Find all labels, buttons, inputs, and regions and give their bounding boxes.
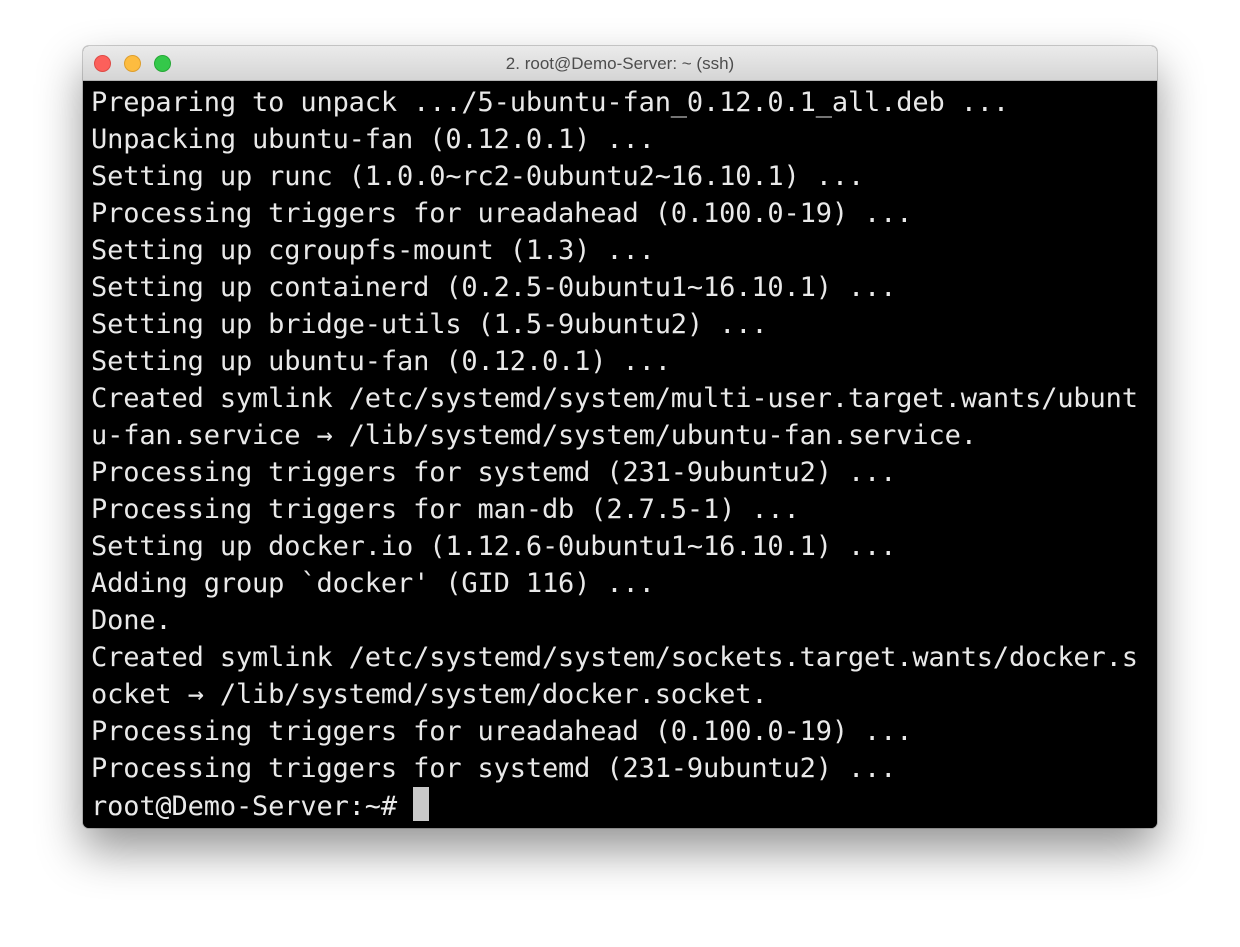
- shell-prompt: root@Demo-Server:~#: [91, 791, 398, 822]
- output-line: Created symlink /etc/systemd/system/sock…: [91, 642, 1138, 673]
- terminal-output[interactable]: Preparing to unpack .../5-ubuntu-fan_0.1…: [83, 81, 1157, 828]
- output-line: Setting up cgroupfs-mount (1.3) ...: [91, 235, 655, 266]
- output-line: ocket → /lib/systemd/system/docker.socke…: [91, 679, 768, 710]
- output-line: Unpacking ubuntu-fan (0.12.0.1) ...: [91, 124, 655, 155]
- output-line: Setting up runc (1.0.0~rc2-0ubuntu2~16.1…: [91, 161, 865, 192]
- output-line: Processing triggers for systemd (231-9ub…: [91, 457, 897, 488]
- output-line: Adding group `docker' (GID 116) ...: [91, 568, 655, 599]
- output-line: Processing triggers for ureadahead (0.10…: [91, 198, 913, 229]
- text-cursor: [413, 787, 430, 821]
- output-line: Created symlink /etc/systemd/system/mult…: [91, 383, 1138, 414]
- window-title: 2. root@Demo-Server: ~ (ssh): [505, 54, 735, 73]
- title-bar[interactable]: 2. root@Demo-Server: ~ (ssh): [83, 46, 1157, 81]
- prompt-line[interactable]: root@Demo-Server:~#: [91, 787, 1157, 824]
- output-line: Processing triggers for systemd (231-9ub…: [91, 753, 897, 784]
- output-line: Done.: [91, 605, 172, 636]
- output-line: Processing triggers for man-db (2.7.5-1)…: [91, 494, 800, 525]
- terminal-window: 2. root@Demo-Server: ~ (ssh) Preparing t…: [83, 46, 1157, 828]
- output-line: Setting up bridge-utils (1.5-9ubuntu2) .…: [91, 309, 768, 340]
- output-line: u-fan.service → /lib/systemd/system/ubun…: [91, 420, 977, 451]
- output-line: Preparing to unpack .../5-ubuntu-fan_0.1…: [91, 87, 1010, 118]
- output-line: Setting up docker.io (1.12.6-0ubuntu1~16…: [91, 531, 897, 562]
- output-line: Setting up ubuntu-fan (0.12.0.1) ...: [91, 346, 671, 377]
- output-line: Setting up containerd (0.2.5-0ubuntu1~16…: [91, 272, 897, 303]
- output-line: Processing triggers for ureadahead (0.10…: [91, 716, 913, 747]
